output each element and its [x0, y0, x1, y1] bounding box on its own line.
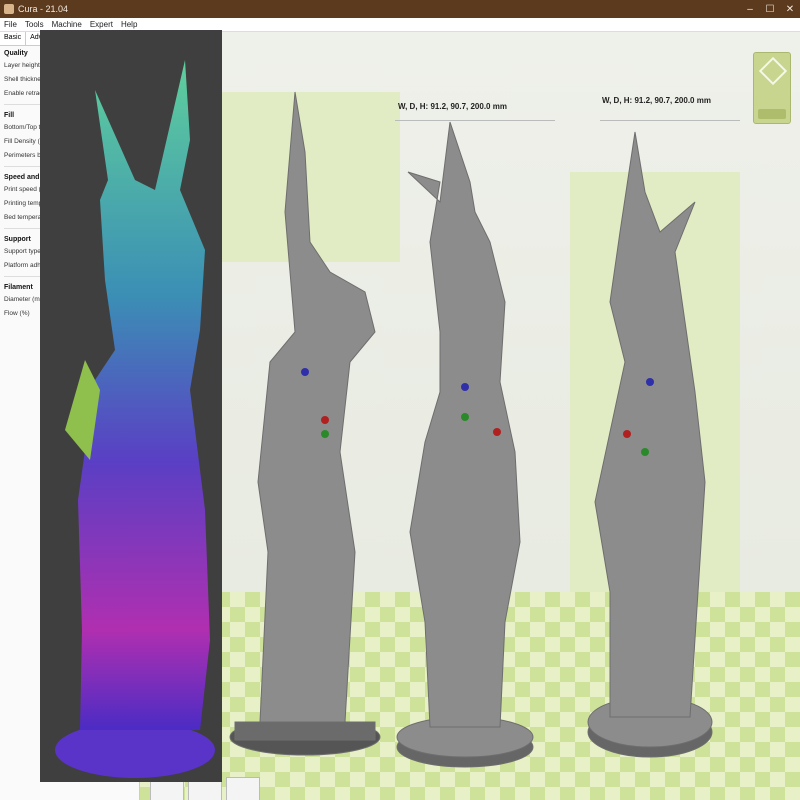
- model-figure-side: [229, 91, 381, 756]
- window-titlebar: Cura - 21.04 – ☐ ✕: [0, 0, 800, 18]
- menu-file[interactable]: File: [0, 20, 21, 29]
- menu-expert[interactable]: Expert: [86, 20, 117, 29]
- maximize-button[interactable]: ☐: [760, 4, 780, 15]
- mirror-tool-button[interactable]: [226, 777, 260, 800]
- window-title: Cura - 21.04: [18, 4, 69, 14]
- model-render-preview: [40, 30, 222, 782]
- view-mode-label: [758, 109, 786, 119]
- view-mode-button[interactable]: [753, 52, 791, 124]
- model-figure-back: [587, 131, 713, 758]
- app-icon: [4, 4, 14, 14]
- model-figures[interactable]: [140, 32, 800, 800]
- minimize-button[interactable]: –: [740, 4, 760, 15]
- menu-tools[interactable]: Tools: [21, 20, 48, 29]
- 3d-viewport[interactable]: W, D, H: 91.2, 90.7, 200.0 mm W, D, H: 9…: [140, 32, 800, 800]
- menu-help[interactable]: Help: [117, 20, 141, 29]
- render-figure: [55, 60, 215, 778]
- model-figure-front: [396, 121, 534, 768]
- menu-machine[interactable]: Machine: [48, 20, 86, 29]
- tab-basic[interactable]: Basic: [0, 32, 27, 45]
- view-cube-icon: [758, 56, 788, 86]
- close-button[interactable]: ✕: [780, 4, 800, 15]
